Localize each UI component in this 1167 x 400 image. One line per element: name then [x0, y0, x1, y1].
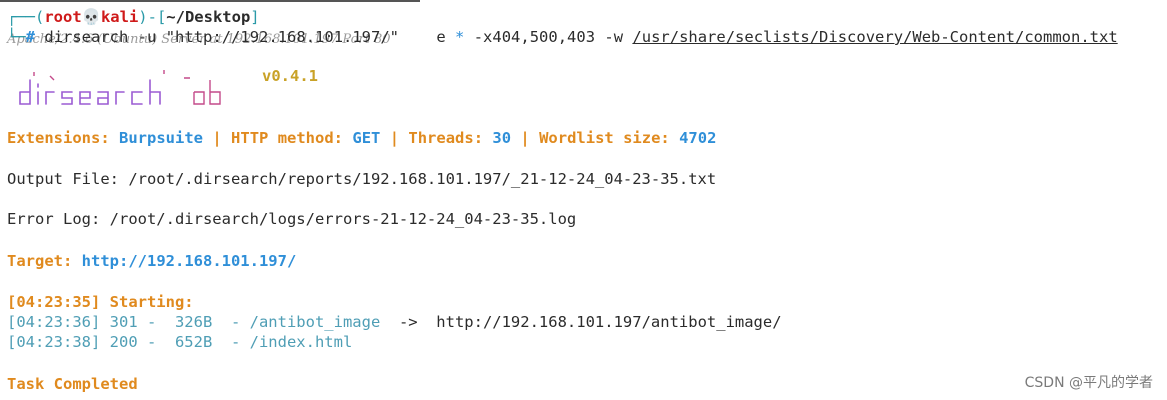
prompt-symbol: # — [25, 28, 36, 46]
dirsearch-logo — [19, 70, 221, 105]
extensions-value: Burpsuite — [119, 129, 203, 147]
threads-value: 30 — [492, 129, 512, 147]
flag-x: -x404,500,403 — [473, 28, 596, 46]
prompt-host: kali — [100, 8, 139, 26]
separator: | — [389, 129, 400, 147]
target-line: Target: http://192.168.101.197/ — [7, 251, 296, 271]
starting-line: [04:23:35] Starting: — [7, 293, 194, 311]
redirect-arrow: -> — [380, 313, 437, 331]
threads-label: Threads: — [408, 129, 484, 147]
flag-u: -u — [137, 28, 157, 46]
result-prefix: [04:23:36] 301 - 326B - /antibot_image — [7, 313, 381, 331]
separator: | — [212, 129, 222, 147]
method-label: HTTP method: — [231, 129, 344, 147]
wordlist-path[interactable]: /usr/share/seclists/Discovery/Web-Conten… — [632, 28, 1117, 46]
target-url[interactable]: http://192.168.101.197/ — [82, 252, 297, 270]
output-file-line: Output File: /root/.dirsearch/reports/19… — [7, 170, 717, 188]
prompt-header: ┌──(root💀kali)-[~/Desktop] — [7, 8, 260, 26]
redirect-url[interactable]: http://192.168.101.197/antibot_image/ — [436, 313, 781, 331]
wordlist-size-value: 4702 — [679, 129, 717, 147]
prompt-cwd: ~/Desktop — [166, 8, 251, 26]
result-row: [04:23:38] 200 - 652B - /index.html — [7, 332, 352, 352]
terminal-window[interactable]: ┌──(root💀kali)-[~/Desktop] Apache/2.4.6 … — [0, 0, 1167, 400]
config-line: Extensions: Burpsuite | HTTP method: GET… — [7, 128, 716, 148]
wordlist-size-label: Wordlist size: — [539, 129, 670, 147]
command-line[interactable]: └─# dirsearch -u "http://192.168.101.197… — [7, 27, 1118, 47]
flag-e: e — [436, 28, 446, 46]
result-prefix: [04:23:38] 200 - 652B - /index.html — [7, 333, 353, 351]
error-log-line: Error Log: /root/.dirsearch/logs/errors-… — [7, 210, 577, 228]
task-completed-line: Task Completed — [7, 375, 138, 393]
flag-w: -w — [604, 28, 624, 46]
star-arg: * — [455, 28, 465, 46]
prompt-user: root — [44, 8, 82, 26]
skull-icon: 💀 — [81, 8, 101, 26]
result-row: [04:23:36] 301 - 326B - /antibot_image -… — [7, 312, 782, 332]
version-label: v0.4.1 — [262, 67, 318, 85]
separator: | — [520, 129, 530, 147]
target-label: Target: — [7, 252, 73, 270]
extensions-label: Extensions: — [7, 129, 110, 147]
top-divider — [0, 0, 420, 2]
command-name: dirsearch — [44, 28, 129, 46]
csdn-watermark: CSDN @平凡的学者 — [1024, 375, 1153, 391]
command-url: "http://192.168.101.197/" — [165, 28, 400, 46]
method-value: GET — [352, 129, 381, 147]
